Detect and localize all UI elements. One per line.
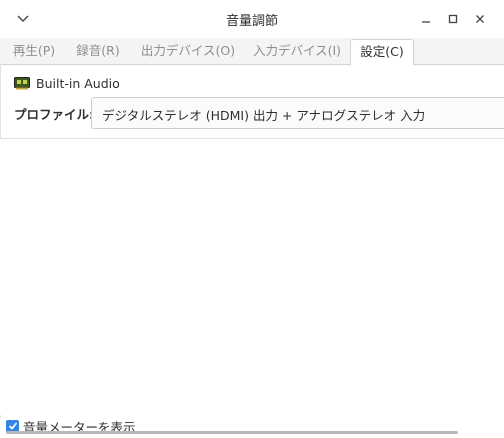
close-button[interactable]	[469, 8, 491, 30]
profile-selected-value: デジタルステレオ (HDMI) 出力 + アナログステレオ 入力	[102, 108, 426, 123]
content-area	[0, 138, 504, 415]
maximize-icon	[448, 14, 458, 24]
tab-recording[interactable]: 録音(R)	[70, 38, 126, 64]
volume-control-window: 音量調節 再生(P) 録音(R) 出力デバイス(O) 入力デバイス(I) 設定(…	[0, 0, 504, 438]
title-bar: 音量調節	[0, 0, 504, 39]
tab-input-devices[interactable]: 入力デバイス(I)	[248, 38, 346, 64]
tab-playback[interactable]: 再生(P)	[6, 38, 62, 64]
close-icon	[476, 15, 484, 23]
checkmark-icon	[8, 422, 17, 430]
device-name: Built-in Audio	[36, 75, 120, 91]
tab-output-devices[interactable]: 出力デバイス(O)	[136, 38, 240, 64]
device-header: Built-in Audio	[14, 74, 120, 92]
minimize-icon	[422, 21, 430, 23]
profile-label: プロファイル:	[14, 107, 94, 122]
maximize-button[interactable]	[442, 8, 464, 30]
minimize-button[interactable]	[415, 8, 437, 30]
horizontal-scrollbar[interactable]	[6, 431, 458, 434]
sound-card-icon	[14, 77, 30, 90]
tab-configuration[interactable]: 設定(C)	[350, 39, 414, 66]
tab-bar: 再生(P) 録音(R) 出力デバイス(O) 入力デバイス(I) 設定(C)	[0, 38, 504, 66]
profile-dropdown[interactable]: デジタルステレオ (HDMI) 出力 + アナログステレオ 入力	[91, 97, 504, 129]
